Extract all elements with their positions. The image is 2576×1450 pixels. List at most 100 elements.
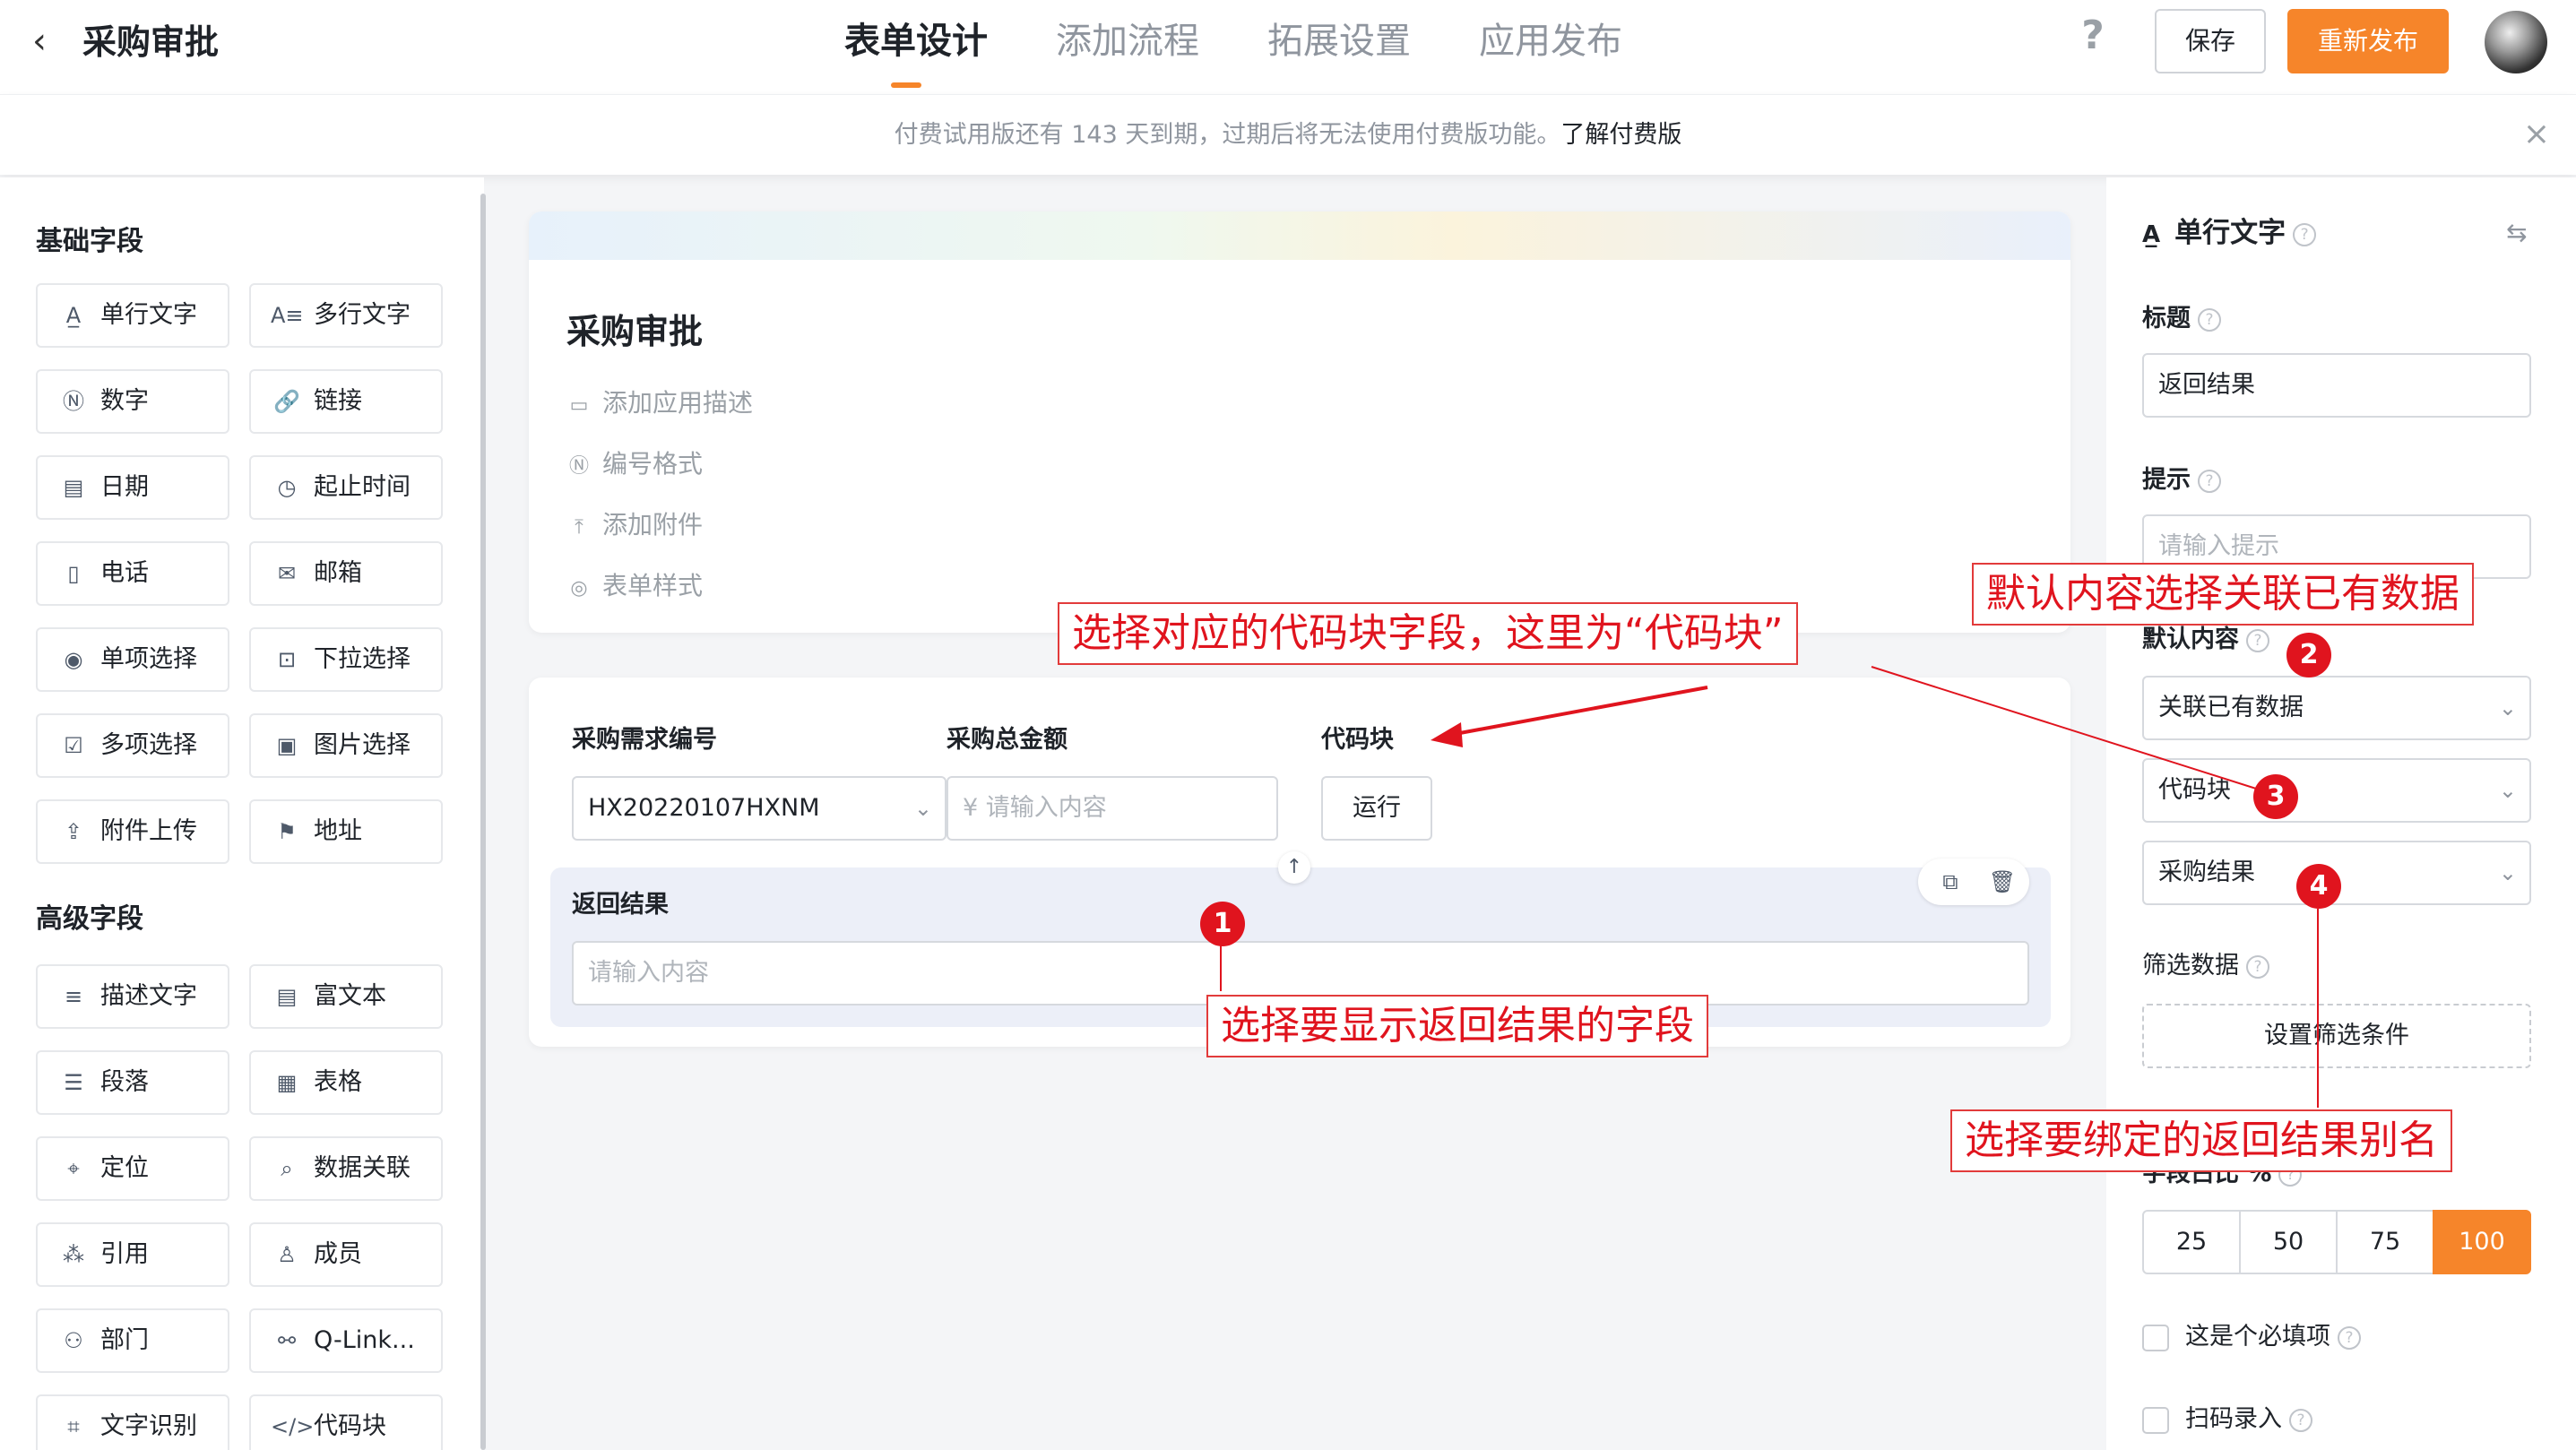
form-style[interactable]: ◎ 表单样式 [566, 568, 703, 607]
field-member[interactable]: ♙ 成员 [249, 1222, 443, 1287]
add-attachment[interactable]: ⤒ 添加附件 [566, 507, 703, 546]
field-description[interactable]: ≡ 描述文字 [36, 964, 229, 1029]
field-ocr[interactable]: ⌗ 文字识别 [36, 1394, 229, 1450]
avatar[interactable] [2485, 11, 2547, 73]
tab-extend-settings[interactable]: 拓展设置 [1267, 16, 1411, 66]
field-email[interactable]: ✉ 邮箱 [249, 541, 443, 606]
help-icon[interactable]: ? [2246, 628, 2269, 652]
required-checkbox[interactable]: 这是个必填项? [2142, 1319, 2361, 1355]
radio-icon: ◉ [64, 647, 83, 672]
req-no-select[interactable]: HX20220107HXNM ⌄ [572, 776, 947, 841]
field-department[interactable]: ⚇ 部门 [36, 1308, 229, 1373]
amount-input[interactable]: ¥ 请输入内容 [947, 776, 1278, 841]
paragraph-icon: ☰ [64, 1070, 83, 1095]
field-single-text[interactable]: A̲ 单行文字 [36, 283, 229, 348]
field-label: 下拉选择 [314, 645, 411, 673]
republish-button[interactable]: 重新发布 [2287, 9, 2449, 73]
pricing-link[interactable]: 了解付费版 [1560, 121, 1681, 149]
save-button[interactable]: 保存 [2155, 9, 2266, 73]
callout-default-content: 默认内容选择关联已有数据 [1972, 563, 2474, 626]
number-format-icon: Ⓝ [568, 455, 589, 478]
number-format[interactable]: Ⓝ 编号格式 [566, 446, 703, 485]
field-label: 链接 [314, 387, 362, 415]
width-option-100[interactable]: 100 [2433, 1210, 2531, 1274]
field-label: 引用 [100, 1240, 149, 1268]
tab-form-design[interactable]: 表单设计 [844, 16, 988, 66]
width-option-75[interactable]: 75 [2336, 1210, 2434, 1274]
hint-label: 提示? [2142, 462, 2221, 498]
meta-label: 表单样式 [602, 571, 704, 600]
checkbox[interactable] [2142, 1406, 2169, 1434]
back-chevron-icon[interactable]: ‹ [32, 23, 68, 59]
field-label: 邮箱 [314, 559, 362, 587]
field-label: 部门 [100, 1326, 149, 1354]
rich-text-icon: ▤ [276, 984, 298, 1009]
field-phone[interactable]: ▯ 电话 [36, 541, 229, 606]
help-icon[interactable]: ? [2246, 954, 2269, 979]
field-location[interactable]: ⌖ 定位 [36, 1136, 229, 1201]
add-description[interactable]: ▭ 添加应用描述 [566, 385, 753, 424]
width-option-25[interactable]: 25 [2142, 1210, 2241, 1274]
form-fields-card: 采购需求编号 HX20220107HXNM ⌄ 采购总金额 ¥ 请输入内容 代码块… [529, 678, 2070, 1047]
field-link[interactable]: 🔗 链接 [249, 369, 443, 434]
trash-icon[interactable]: 🗑 [1986, 866, 2018, 898]
width-option-50[interactable]: 50 [2239, 1210, 2338, 1274]
field-reference[interactable]: ⁂ 引用 [36, 1222, 229, 1287]
phone-icon: ▯ [67, 561, 80, 586]
req-no-value: HX20220107HXNM [588, 794, 820, 822]
title-input[interactable]: 返回结果 [2142, 353, 2531, 418]
tab-app-publish[interactable]: 应用发布 [1479, 16, 1622, 66]
field-label: 富文本 [314, 982, 386, 1010]
scan-input-checkbox[interactable]: 扫码录入? [2142, 1402, 2312, 1437]
field-dropdown[interactable]: ⊡ 下拉选择 [249, 627, 443, 692]
help-icon[interactable]: ? [2293, 222, 2317, 246]
help-icon[interactable]: ? [2198, 307, 2221, 332]
trial-notice-text: 付费试用版还有 143 天到期，过期后将无法使用付费版功能。 [894, 121, 1561, 149]
filter-label: 筛选数据? [2142, 948, 2269, 984]
help-icon[interactable]: ? [2078, 16, 2108, 56]
field-attachment[interactable]: ⇪ 附件上传 [36, 799, 229, 864]
code-block-value: 代码块 [2158, 776, 2231, 804]
step-badge-4: 4 [2296, 864, 2341, 909]
field-palette: 基础字段 A̲ 单行文字 A≡ 多行文字 Ⓝ 数字 🔗 链接 ▤ 日期 ◷ 起止时间 ▯ 电话… [0, 177, 484, 1450]
run-button[interactable]: 运行 [1321, 776, 1432, 841]
field-number[interactable]: Ⓝ 数字 [36, 369, 229, 434]
field-single-choice[interactable]: ◉ 单项选择 [36, 627, 229, 692]
swap-icon[interactable]: ⇆ [2506, 217, 2527, 249]
req-no-label: 采购需求编号 [572, 726, 717, 754]
field-multi-choice[interactable]: ☑ 多项选择 [36, 713, 229, 778]
callout-result-field: 选择要显示返回结果的字段 [1206, 995, 1708, 1057]
upload-icon: ⇪ [64, 819, 83, 844]
default-content-select[interactable]: 关联已有数据 ⌄ [2142, 676, 2531, 740]
location-icon: ⌖ [67, 1156, 80, 1181]
field-time-range[interactable]: ◷ 起止时间 [249, 455, 443, 520]
field-q-link[interactable]: ⚯ Q-Link... [249, 1308, 443, 1373]
field-paragraph[interactable]: ☰ 段落 [36, 1050, 229, 1115]
checkbox[interactable] [2142, 1324, 2169, 1351]
field-address[interactable]: ⚑ 地址 [249, 799, 443, 864]
palette-scrollbar[interactable] [480, 194, 486, 1450]
help-icon[interactable]: ? [2198, 469, 2221, 493]
help-icon[interactable]: ? [2338, 1325, 2361, 1350]
field-rich-text[interactable]: ▤ 富文本 [249, 964, 443, 1029]
move-up-icon[interactable]: ↑ [1278, 851, 1310, 884]
meta-label: 编号格式 [602, 449, 704, 479]
signpost-icon: ⚑ [277, 819, 297, 844]
field-table[interactable]: ▦ 表格 [249, 1050, 443, 1115]
help-icon[interactable]: ? [2289, 1408, 2312, 1432]
field-label: 地址 [314, 817, 362, 845]
field-data-relation[interactable]: ⌕ 数据关联 [249, 1136, 443, 1201]
field-label: 日期 [100, 473, 149, 501]
field-image-choice[interactable]: ▣ 图片选择 [249, 713, 443, 778]
close-icon[interactable]: × [2520, 118, 2553, 151]
tab-add-flow[interactable]: 添加流程 [1056, 16, 1199, 66]
field-date[interactable]: ▤ 日期 [36, 455, 229, 520]
copy-icon[interactable]: ⧉ [1934, 866, 1967, 898]
field-label: 代码块 [314, 1412, 386, 1440]
field-label: 多行文字 [314, 301, 411, 329]
field-code-block[interactable]: </> 代码块 [249, 1394, 443, 1450]
form-title[interactable]: 采购审批 [566, 308, 703, 355]
field-multi-text[interactable]: A≡ 多行文字 [249, 283, 443, 348]
set-filter-button[interactable]: 设置筛选条件 [2142, 1004, 2531, 1068]
code-block-select[interactable]: 代码块 ⌄ [2142, 758, 2531, 823]
